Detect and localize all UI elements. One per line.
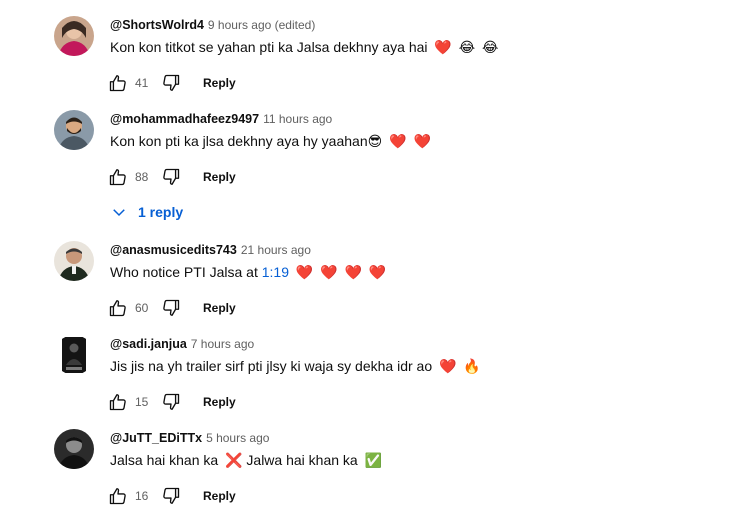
like-count: 16 bbox=[135, 489, 149, 503]
like-count: 60 bbox=[135, 301, 149, 315]
comment-time[interactable]: 7 hours ago bbox=[191, 337, 254, 351]
reply-button[interactable]: Reply bbox=[203, 395, 236, 409]
comment-body: Kon kon pti ka jlsa dekhny aya hy yaahan bbox=[110, 133, 368, 149]
heart-emoji: ❤️ bbox=[295, 264, 314, 280]
thumbs-down-icon[interactable] bbox=[159, 71, 183, 95]
comment-header: @sadi.janjua 7 hours ago bbox=[110, 336, 254, 352]
view-replies-button[interactable]: 1 reply bbox=[110, 203, 183, 221]
heart-emoji: ❤️ bbox=[389, 133, 407, 149]
reply-button[interactable]: Reply bbox=[203, 301, 236, 315]
thumbs-down-icon[interactable] bbox=[159, 165, 183, 189]
laughing-emoji: 😂 bbox=[458, 39, 476, 55]
reply-button[interactable]: Reply bbox=[203, 170, 236, 184]
avatar[interactable] bbox=[54, 110, 94, 150]
comment-text: Jis jis na yh trailer sirf pti jlsy ki w… bbox=[110, 356, 481, 376]
comment-time[interactable]: 9 hours ago (edited) bbox=[208, 18, 315, 32]
comment-header: @ShortsWolrd4 9 hours ago (edited) bbox=[110, 17, 315, 33]
fire-emoji: 🔥 bbox=[463, 358, 481, 374]
comment-body: Kon kon titkot se yahan pti ka Jalsa dek… bbox=[110, 39, 428, 55]
comment-time[interactable]: 21 hours ago bbox=[241, 243, 311, 257]
author-name[interactable]: @JuTT_EDiTTx bbox=[110, 431, 202, 445]
comment-text: Kon kon pti ka jlsa dekhny aya hy yaahan… bbox=[110, 131, 431, 151]
comment-body: Jis jis na yh trailer sirf pti jlsy ki w… bbox=[110, 358, 433, 374]
comment-text: Who notice PTI Jalsa at 1:19 ❤️ ❤️ ❤️ ❤️ bbox=[110, 262, 386, 282]
comment-time[interactable]: 5 hours ago bbox=[206, 431, 269, 445]
reply-button[interactable]: Reply bbox=[203, 489, 236, 503]
comment-actions: 88 Reply bbox=[106, 165, 236, 189]
comment-header: @anasmusicedits743 21 hours ago bbox=[110, 242, 311, 258]
thumbs-down-icon[interactable] bbox=[159, 390, 183, 414]
comment-body: Jalwa hai khan ka bbox=[246, 452, 358, 468]
chevron-down-icon bbox=[113, 209, 125, 217]
comment-actions: 16 Reply bbox=[106, 484, 236, 508]
comment-header: @mohammadhafeez9497 11 hours ago bbox=[110, 111, 332, 127]
laughing-emoji: 😂 bbox=[482, 39, 499, 55]
reply-button[interactable]: Reply bbox=[203, 76, 236, 90]
check-mark-emoji: ✅ bbox=[364, 452, 383, 468]
comment-body: Who notice PTI Jalsa at bbox=[110, 264, 262, 280]
author-name[interactable]: @anasmusicedits743 bbox=[110, 243, 237, 257]
heart-emoji: ❤️ bbox=[413, 133, 431, 149]
thumbs-down-icon[interactable] bbox=[159, 296, 183, 320]
thumbs-up-icon[interactable] bbox=[106, 71, 130, 95]
author-name[interactable]: @sadi.janjua bbox=[110, 337, 187, 351]
sunglasses-emoji: 😎 bbox=[367, 133, 383, 149]
like-count: 15 bbox=[135, 395, 149, 409]
avatar[interactable] bbox=[54, 16, 94, 56]
avatar[interactable] bbox=[54, 429, 94, 469]
heart-emoji: ❤️ bbox=[434, 39, 452, 55]
video-timestamp-link[interactable]: 1:19 bbox=[262, 264, 289, 280]
replies-label: 1 reply bbox=[138, 204, 184, 220]
like-count: 88 bbox=[135, 170, 149, 184]
avatar[interactable] bbox=[54, 241, 94, 281]
comment-actions: 41 Reply bbox=[106, 71, 236, 95]
avatar[interactable] bbox=[54, 335, 94, 375]
heart-emoji: ❤️ bbox=[344, 264, 362, 280]
author-name[interactable]: @ShortsWolrd4 bbox=[110, 18, 204, 32]
comment-time[interactable]: 11 hours ago bbox=[263, 112, 332, 126]
comment-actions: 15 Reply bbox=[106, 390, 236, 414]
comment-text: Jalsa hai khan ka ❌ Jalwa hai khan ka ✅ bbox=[110, 450, 382, 470]
thumbs-down-icon[interactable] bbox=[159, 484, 183, 508]
thumbs-up-icon[interactable] bbox=[106, 296, 130, 320]
heart-emoji: ❤️ bbox=[368, 264, 387, 280]
thumbs-up-icon[interactable] bbox=[106, 484, 130, 508]
comment-body: Jalsa hai khan ka bbox=[110, 452, 219, 468]
cross-mark-emoji: ❌ bbox=[225, 452, 243, 468]
heart-emoji: ❤️ bbox=[320, 264, 338, 280]
heart-emoji: ❤️ bbox=[439, 358, 457, 374]
thumbs-up-icon[interactable] bbox=[106, 165, 130, 189]
comment-actions: 60 Reply bbox=[106, 296, 236, 320]
thumbs-up-icon[interactable] bbox=[106, 390, 130, 414]
comment-header: @JuTT_EDiTTx 5 hours ago bbox=[110, 430, 269, 446]
like-count: 41 bbox=[135, 76, 149, 90]
comment-text: Kon kon titkot se yahan pti ka Jalsa dek… bbox=[110, 37, 498, 57]
author-name[interactable]: @mohammadhafeez9497 bbox=[110, 112, 259, 126]
